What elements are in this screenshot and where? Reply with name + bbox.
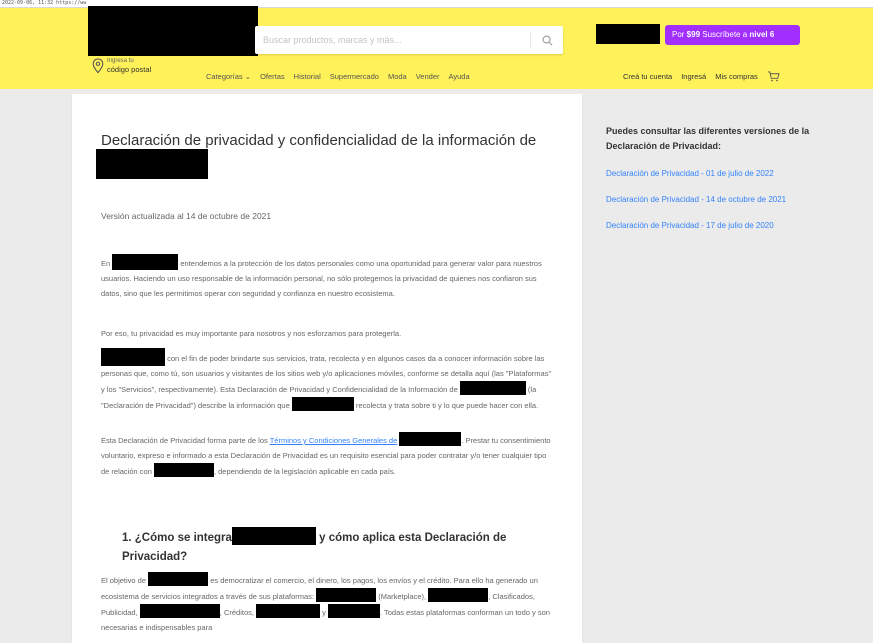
nav-fashion[interactable]: Moda xyxy=(388,72,407,81)
text-run: 1. ¿Cómo se integra xyxy=(122,532,232,544)
subscription-promo[interactable]: Por $99 Suscríbete a nivel 6 xyxy=(665,25,800,45)
my-purchases-link[interactable]: Mis compras xyxy=(715,72,758,81)
redacted-text xyxy=(327,604,380,618)
promo-price: $99 xyxy=(686,30,701,39)
page-title-text: Declaración de privacidad y confidencial… xyxy=(101,132,537,149)
account-nav: Creá tu cuenta Ingresá Mis compras xyxy=(623,71,780,82)
main-nav: Categorías ⌄ Ofertas Historial Supermerc… xyxy=(206,72,470,81)
nav-history[interactable]: Historial xyxy=(294,72,321,81)
login-link[interactable]: Ingresá xyxy=(681,72,706,81)
redacted-text xyxy=(112,254,179,270)
redacted-text xyxy=(101,348,165,366)
redacted-text xyxy=(291,397,354,411)
text-run: recolecta y trata sobre ti y lo que pued… xyxy=(353,401,539,410)
search-bar xyxy=(255,26,563,54)
versions-sidebar: Puedes consultar las diferentes versione… xyxy=(606,124,818,232)
version-date: Versión actualizada al 14 de octubre de … xyxy=(101,211,272,221)
search-icon xyxy=(542,35,552,45)
redacted-text xyxy=(256,604,321,618)
promo-prefix: Por xyxy=(672,30,687,39)
version-link-2021-10-14[interactable]: Declaración de Privacidad - 14 de octubr… xyxy=(606,193,818,206)
text-run: Esta Declaración de Privacidad forma par… xyxy=(101,436,270,445)
cart-icon[interactable] xyxy=(767,71,780,82)
location-label-small: Ingresa tu xyxy=(107,58,134,64)
text-run: y xyxy=(320,608,328,617)
redacted-text xyxy=(139,604,220,618)
redacted-text xyxy=(459,381,526,395)
site-header: Por $99 Suscríbete a nivel 6 Ingresa tu … xyxy=(0,6,873,89)
redacted-text xyxy=(399,432,462,446)
redacted-logo xyxy=(88,6,258,56)
terms-link[interactable]: Términos y Condiciones Generales de xyxy=(270,436,398,445)
redacted-text xyxy=(428,588,489,602)
version-links: Declaración de Privacidad - 01 de julio … xyxy=(606,167,818,232)
text-run: , Créditos, xyxy=(219,608,257,617)
section-1-paragraph: El objetivo de es democratizar el comerc… xyxy=(101,572,556,635)
privacy-document: Declaración de privacidad y confidencial… xyxy=(72,94,582,643)
location-label: código postal xyxy=(107,65,152,74)
redacted-company-name xyxy=(96,149,208,179)
page-title: Declaración de privacidad y confidencial… xyxy=(101,130,551,151)
promo-level: nivel 6 xyxy=(749,30,775,39)
search-divider xyxy=(530,32,531,48)
redacted-text xyxy=(153,463,214,477)
redacted-text xyxy=(148,572,209,586)
nav-sell[interactable]: Vender xyxy=(416,72,440,81)
redacted-text xyxy=(316,588,377,602)
text-run: En xyxy=(101,259,113,268)
text-run: , dependiendo de la legislación aplicabl… xyxy=(213,467,396,476)
text-run: El objetivo de xyxy=(101,576,149,585)
version-link-2020-07-17[interactable]: Declaración de Privacidad - 17 de julio … xyxy=(606,219,818,232)
text-run: (Marketplace), xyxy=(376,592,429,601)
search-button[interactable] xyxy=(535,30,559,50)
location-pin-icon xyxy=(92,58,104,74)
search-input[interactable] xyxy=(255,26,525,54)
privacy-paragraph: Por eso, tu privacidad es muy importante… xyxy=(101,329,402,338)
nav-help[interactable]: Ayuda xyxy=(449,72,470,81)
nav-offers[interactable]: Ofertas xyxy=(260,72,285,81)
redacted-text xyxy=(231,527,316,545)
nav-categories[interactable]: Categorías ⌄ xyxy=(206,72,251,81)
data-collection-paragraph: con el fin de poder brindarte sus servic… xyxy=(101,348,556,413)
postal-code-selector[interactable]: Ingresa tu código postal xyxy=(92,58,151,75)
nav-supermarket[interactable]: Supermercado xyxy=(330,72,379,81)
redacted-banner xyxy=(596,24,660,44)
version-link-2022-07-01[interactable]: Declaración de Privacidad - 01 de julio … xyxy=(606,167,818,180)
promo-mid: Suscríbete a xyxy=(700,30,750,39)
sidebar-title: Puedes consultar las diferentes versione… xyxy=(606,126,810,151)
create-account-link[interactable]: Creá tu cuenta xyxy=(623,72,672,81)
address-text: 2022-09-06, 11:32 https://ww xyxy=(2,0,87,6)
intro-paragraph: En entendemos a la protección de los dat… xyxy=(101,254,556,301)
section-1-heading: 1. ¿Cómo se integra y cómo aplica esta D… xyxy=(122,527,542,567)
terms-paragraph: Esta Declaración de Privacidad forma par… xyxy=(101,432,556,479)
